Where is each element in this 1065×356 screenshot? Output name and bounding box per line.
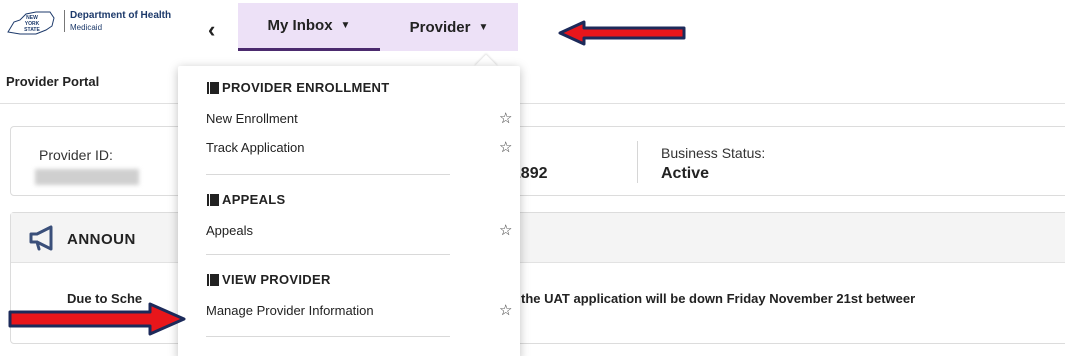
megaphone-icon <box>29 225 53 251</box>
book-icon <box>207 193 219 206</box>
business-status-value: Active <box>661 165 710 182</box>
section-heading-label: VIEW PROVIDER <box>222 272 331 287</box>
annotation-arrow-left-icon <box>558 20 686 46</box>
logo-state-line-3: STATE <box>24 27 40 33</box>
menu-item-label: Manage Provider Information <box>206 303 374 318</box>
logo-divider <box>64 10 65 32</box>
announcement-title: ANNOUN <box>67 231 136 248</box>
provider-dropdown-menu: PROVIDER ENROLLMENT New Enrollment ☆ Tra… <box>178 66 520 356</box>
tab-my-inbox-label: My Inbox <box>267 17 333 34</box>
menu-divider <box>206 336 450 337</box>
menu-item-appeals[interactable]: Appeals ☆ <box>206 220 512 242</box>
section-heading-provider-enrollment: PROVIDER ENROLLMENT <box>206 80 389 95</box>
provider-id-redacted <box>35 169 139 185</box>
menu-item-manage-provider-information[interactable]: Manage Provider Information ☆ <box>206 300 512 322</box>
caret-down-icon: ▼ <box>478 21 489 33</box>
star-outline-icon[interactable]: ☆ <box>499 221 512 239</box>
section-heading-view-provider: VIEW PROVIDER <box>206 272 331 287</box>
top-bar: NEW YORK STATE Department of Health Medi… <box>0 0 1065 52</box>
tab-provider[interactable]: Provider ▼ <box>380 3 518 51</box>
tab-provider-label: Provider <box>409 18 471 36</box>
sub-header: Provider Portal <box>0 60 1065 104</box>
menu-item-track-application[interactable]: Track Application ☆ <box>206 137 512 159</box>
star-outline-icon[interactable]: ☆ <box>499 109 512 127</box>
star-outline-icon[interactable]: ☆ <box>499 301 512 319</box>
menu-item-label: Track Application <box>206 140 305 155</box>
card-divider <box>637 141 638 183</box>
logo-department: Department of Health <box>70 10 172 21</box>
chevron-left-icon[interactable]: ‹ <box>208 19 215 41</box>
book-icon <box>207 273 219 286</box>
announcement-text-end: the UAT application will be down Friday … <box>521 291 916 306</box>
menu-item-label: Appeals <box>206 223 253 238</box>
caret-down-icon: ▼ <box>340 20 351 31</box>
annotation-arrow-right-icon <box>8 302 186 336</box>
nys-state-logo-icon: NEW YORK STATE <box>7 11 55 35</box>
menu-divider <box>206 254 450 255</box>
book-icon <box>207 81 219 94</box>
section-heading-label: APPEALS <box>222 192 286 207</box>
menu-item-label: New Enrollment <box>206 111 298 126</box>
page-title: Provider Portal <box>6 74 100 89</box>
section-heading-appeals: APPEALS <box>206 192 286 207</box>
nys-doh-logo[interactable]: NEW YORK STATE Department of Health Medi… <box>6 8 186 38</box>
section-heading-label: PROVIDER ENROLLMENT <box>222 80 390 95</box>
business-status-label: Business Status: <box>661 145 766 161</box>
logo-subtitle: Medicaid <box>70 23 103 32</box>
announcement-header: ANNOUN <box>11 213 1065 263</box>
star-outline-icon[interactable]: ☆ <box>499 138 512 156</box>
menu-item-new-enrollment[interactable]: New Enrollment ☆ <box>206 108 512 130</box>
tab-my-inbox[interactable]: My Inbox ▼ <box>238 3 380 51</box>
provider-info-card: Provider ID: 01892 Business Status: Acti… <box>10 126 1065 196</box>
menu-divider <box>206 174 450 175</box>
provider-id-label: Provider ID: <box>39 147 113 163</box>
